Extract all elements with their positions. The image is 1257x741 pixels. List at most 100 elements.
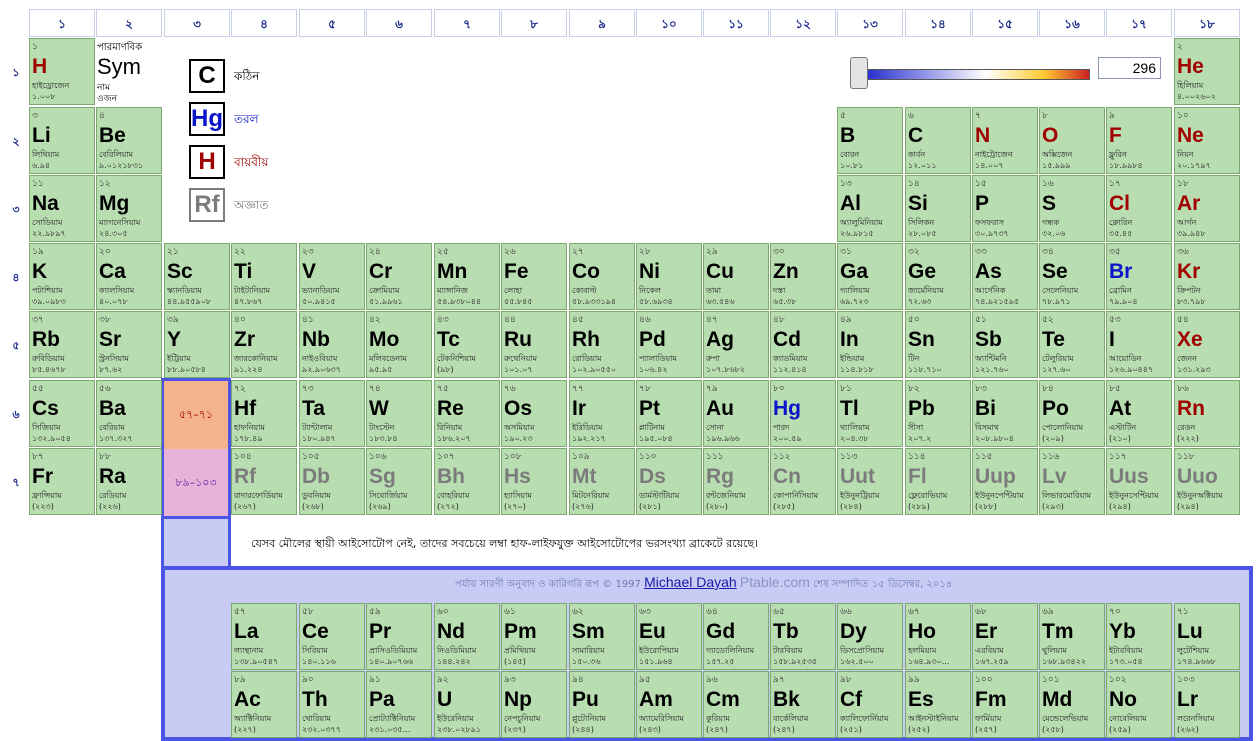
element-cell-cm[interactable]: ৯৬ Cm কুরিয়াম (২৪৭) [703, 671, 769, 738]
element-cell-bi[interactable]: ৮৩ Bi বিসমাথ ২০৮.৯৮০৪ [972, 380, 1038, 447]
element-cell-in[interactable]: ৪৯ In ইন্ডিয়াম ১১৪.৮১৮ [837, 311, 903, 378]
element-cell-ru[interactable]: ৪৪ Ru রুথেনিয়াম ১০১.০৭ [501, 311, 567, 378]
period-label-2[interactable]: ২ [4, 133, 28, 152]
period-label-1[interactable]: ১ [4, 64, 28, 83]
element-cell-no[interactable]: ১০২ No নোবেলিয়াম (২৫৯) [1106, 671, 1172, 738]
element-cell-md[interactable]: ১০১ Md মেন্ডেলেভিয়াম (২৫৮) [1039, 671, 1105, 738]
element-cell-cs[interactable]: ৫৫ Cs সিজিয়াম ১৩২.৯০৫৪ [29, 380, 95, 447]
element-cell-i[interactable]: ৫৩ I আয়োডিন ১২৬.৯০৪৪৭ [1106, 311, 1172, 378]
element-cell-mn[interactable]: ২৫ Mn ম্যাঙ্গানিজ ৫৪.৯৩৮০৪৪ [434, 243, 500, 310]
element-cell-po[interactable]: ৮৪ Po পোলোনিয়াম (২০৯) [1039, 380, 1105, 447]
element-cell-o[interactable]: ৮ O অক্সিজেন ১৫.৯৯৯ [1039, 107, 1105, 174]
element-cell-p[interactable]: ১৫ P ফসফরাস ৩০.৯৭৩৭ [972, 175, 1038, 242]
element-cell-sb[interactable]: ৫১ Sb অ্যান্টিমনি ১২১.৭৬০ [972, 311, 1038, 378]
element-cell-zr[interactable]: ৪০ Zr জারকোনিয়াম ৯১.২২৪ [231, 311, 297, 378]
temperature-input[interactable] [1098, 57, 1161, 79]
element-cell-gd[interactable]: ৬৪ Gd গ্যাডোলিনিয়াম ১৫৭.২৫ [703, 603, 769, 670]
actinide-placeholder[interactable]: ৮৯–১০৩ [164, 449, 228, 516]
element-cell-cn[interactable]: ১১২ Cn কোপার্নিসিয়াম (২৮৫) [770, 448, 836, 515]
element-cell-se[interactable]: ৩৪ Se সেলেনিয়াম ৭৮.৯৭১ [1039, 243, 1105, 310]
element-cell-mt[interactable]: ১০৯ Mt মিটনেরিয়াম (২৭৬) [569, 448, 635, 515]
element-cell-lr[interactable]: ১০৩ Lr লরেনসিয়াম (২৬২) [1174, 671, 1240, 738]
element-cell-fr[interactable]: ৮৭ Fr ফ্রান্সিয়াম (২২৩) [29, 448, 95, 515]
group-header-13[interactable]: ১৩ [837, 9, 903, 37]
element-cell-er[interactable]: ৬৮ Er এরবিয়াম ১৬৭.২৫৯ [972, 603, 1038, 670]
element-cell-cl[interactable]: ১৭ Cl ক্লোরিন ৩৫.৪৫ [1106, 175, 1172, 242]
element-cell-ir[interactable]: ৭৭ Ir ইরিডিয়াম ১৯২.২১৭ [569, 380, 635, 447]
group-header-10[interactable]: ১০ [636, 9, 702, 37]
element-cell-fm[interactable]: ১০০ Fm ফার্মিয়াম (২৫৭) [972, 671, 1038, 738]
element-cell-os[interactable]: ৭৬ Os অসমিয়াম ১৯০.২৩ [501, 380, 567, 447]
element-cell-yb[interactable]: ৭০ Yb ইটারবিয়াম ১৭৩.০৫৪ [1106, 603, 1172, 670]
group-header-4[interactable]: ৪ [231, 9, 297, 37]
element-cell-ds[interactable]: ১১০ Ds ডার্মস্টাটিয়াম (২৮১) [636, 448, 702, 515]
lanthanide-placeholder[interactable]: ৫৭–৭১ [164, 381, 228, 449]
group-header-3[interactable]: ৩ [164, 9, 230, 37]
group-header-17[interactable]: ১৭ [1106, 9, 1172, 37]
element-cell-pm[interactable]: ৬১ Pm প্রমিথিয়াম (১৪৫) [501, 603, 567, 670]
element-cell-la[interactable]: ৫৭ La ল্যান্থানাম ১৩৮.৯০৫৪৭ [231, 603, 297, 670]
group-header-16[interactable]: ১৬ [1039, 9, 1105, 37]
period-label-6[interactable]: ৬ [4, 406, 28, 425]
element-cell-ra[interactable]: ৮৮ Ra রেডিয়াম (২২৬) [96, 448, 162, 515]
element-cell-pu[interactable]: ৯৪ Pu প্লুটোনিয়াম (২৪৪) [569, 671, 635, 738]
element-cell-as[interactable]: ৩৩ As আর্সেনিক ৭৪.৯২১৫৯৫ [972, 243, 1038, 310]
group-header-11[interactable]: ১১ [703, 9, 769, 37]
element-cell-tc[interactable]: ৪৩ Tc টেকনিশিয়াম (৯৮) [434, 311, 500, 378]
element-cell-bh[interactable]: ১০৭ Bh বোহরিয়াম (২৭২) [434, 448, 500, 515]
element-cell-fe[interactable]: ২৬ Fe লোহা ৫৫.৮৪৫ [501, 243, 567, 310]
element-cell-uus[interactable]: ১১৭ Uus ইউনুনসেপ্টিয়াম (২৯৪) [1106, 448, 1172, 515]
element-cell-ac[interactable]: ৮৯ Ac অ্যাক্টিনিয়াম (২২৭) [231, 671, 297, 738]
element-cell-cd[interactable]: ৪৮ Cd ক্যাডমিয়াম ১১২.৪১৪ [770, 311, 836, 378]
element-cell-ga[interactable]: ৩১ Ga গ্যালিয়াম ৬৯.৭২৩ [837, 243, 903, 310]
element-cell-pr[interactable]: ৫৯ Pr প্রাসিওডিমিয়াম ১৪০.৯০৭৬৬ [366, 603, 432, 670]
element-cell-lv[interactable]: ১১৬ Lv লিভারমোরিয়াম (২৯৩) [1039, 448, 1105, 515]
group-header-7[interactable]: ৭ [434, 9, 500, 37]
element-cell-c[interactable]: ৬ C কার্বন ১২.০১১ [905, 107, 971, 174]
element-cell-pa[interactable]: ৯১ Pa প্রোট্যাক্টিনিয়াম ২৩১.০৩৫... [366, 671, 432, 738]
period-label-5[interactable]: ৫ [4, 337, 28, 356]
element-cell-db[interactable]: ১০৫ Db ডুবনিয়াম (২৬৮) [299, 448, 365, 515]
element-cell-am[interactable]: ৯৫ Am অ্যামেরিসিয়াম (২৪৩) [636, 671, 702, 738]
element-cell-rh[interactable]: ৪৫ Rh রোডিয়াম ১০২.৯০৫৫০ [569, 311, 635, 378]
element-cell-y[interactable]: ৩৯ Y ইট্রিয়াম ৮৮.৯০৫৮৪ [164, 311, 230, 378]
element-cell-br[interactable]: ৩৫ Br ব্রোমিন ৭৯.৯০৪ [1106, 243, 1172, 310]
element-cell-rf[interactable]: ১০৪ Rf রাদারফোর্ডিয়াম (২৬৭) [231, 448, 297, 515]
element-cell-kr[interactable]: ৩৬ Kr ক্রিপটন ৮৩.৭৯৮ [1174, 243, 1240, 310]
element-cell-na[interactable]: ১১ Na সোডিয়াম ২২.৯৮৯৭ [29, 175, 95, 242]
element-cell-b[interactable]: ৫ B বোরন ১০.৮১ [837, 107, 903, 174]
element-cell-sr[interactable]: ৩৮ Sr স্ট্রনসিয়াম ৮৭.৬২ [96, 311, 162, 378]
element-cell-np[interactable]: ৯৩ Np নেপচুনিয়াম (২৩৭) [501, 671, 567, 738]
element-cell-es[interactable]: ৯৯ Es আইনস্টাইনিয়াম (২৫২) [905, 671, 971, 738]
element-cell-s[interactable]: ১৬ S গন্ধক ৩২.০৬ [1039, 175, 1105, 242]
element-cell-he[interactable]: ২ He হিলিয়াম ৪.০০২৬০২ [1174, 38, 1240, 105]
element-cell-eu[interactable]: ৬৩ Eu ইউরোপিয়াম ১৫১.৯৬৪ [636, 603, 702, 670]
element-cell-cr[interactable]: ২৪ Cr ক্রোমিয়াম ৫১.৯৯৬১ [366, 243, 432, 310]
element-cell-tl[interactable]: ৮১ Tl থ্যালিয়াম ২০৪.৩৮ [837, 380, 903, 447]
element-cell-sc[interactable]: ২১ Sc স্ক্যানডিয়াম ৪৪.৯৫৫৯০৮ [164, 243, 230, 310]
period-label-4[interactable]: ৪ [4, 269, 28, 288]
element-cell-tb[interactable]: ৬৫ Tb টারবিয়াম ১৫৮.৯২৫৩৫ [770, 603, 836, 670]
element-cell-rb[interactable]: ৩৭ Rb রুবিডিয়াম ৮৫.৪৬৭৮ [29, 311, 95, 378]
element-cell-fl[interactable]: ১১৪ Fl ফ্লেরোভিয়াম (২৮৯) [905, 448, 971, 515]
element-cell-ce[interactable]: ৫৮ Ce সিরিয়াম ১৪০.১১৬ [299, 603, 365, 670]
element-cell-si[interactable]: ১৪ Si সিলিকন ২৮.০৮৫ [905, 175, 971, 242]
element-cell-ge[interactable]: ৩২ Ge জার্মেনিয়াম ৭২.৬৩ [905, 243, 971, 310]
element-cell-cf[interactable]: ৯৮ Cf ক্যালিফোর্নিয়াম (২৫১) [837, 671, 903, 738]
element-cell-dy[interactable]: ৬৬ Dy ডিসপ্রোসিয়াম ১৬২.৫০০ [837, 603, 903, 670]
element-cell-nb[interactable]: ৪১ Nb নাইওবিয়াম ৯২.৯০৬৩৭ [299, 311, 365, 378]
group-header-15[interactable]: ১৫ [972, 9, 1038, 37]
element-cell-pb[interactable]: ৮২ Pb সীসা ২০৭.২ [905, 380, 971, 447]
element-cell-xe[interactable]: ৫৪ Xe জেনন ১৩১.২৯৩ [1174, 311, 1240, 378]
group-header-8[interactable]: ৮ [501, 9, 567, 37]
element-cell-h[interactable]: ১ H হাইড্রোজেন ১.০০৮ [29, 38, 95, 105]
element-cell-zn[interactable]: ৩০ Zn দস্তা ৬৫.৩৮ [770, 243, 836, 310]
element-cell-mg[interactable]: ১২ Mg ম্যাগনেসিয়াম ২৪.৩০৫ [96, 175, 162, 242]
element-cell-tm[interactable]: ৬৯ Tm থুলিয়াম ১৬৮.৯৩৪২২ [1039, 603, 1105, 670]
element-cell-ta[interactable]: ৭৩ Ta ট্যান্টালাম ১৮০.৯৪৭ [299, 380, 365, 447]
element-cell-sm[interactable]: ৬২ Sm সামারিয়াম ১৫০.৩৬ [569, 603, 635, 670]
element-cell-al[interactable]: ১৩ Al অ্যালুমিনিয়াম ২৬.৯৮১৫ [837, 175, 903, 242]
group-header-6[interactable]: ৬ [366, 9, 432, 37]
element-cell-ba[interactable]: ৫৬ Ba বেরিয়াম ১৩৭.৩২৭ [96, 380, 162, 447]
element-cell-at[interactable]: ৮৫ At এস্টাটিন (২১০) [1106, 380, 1172, 447]
